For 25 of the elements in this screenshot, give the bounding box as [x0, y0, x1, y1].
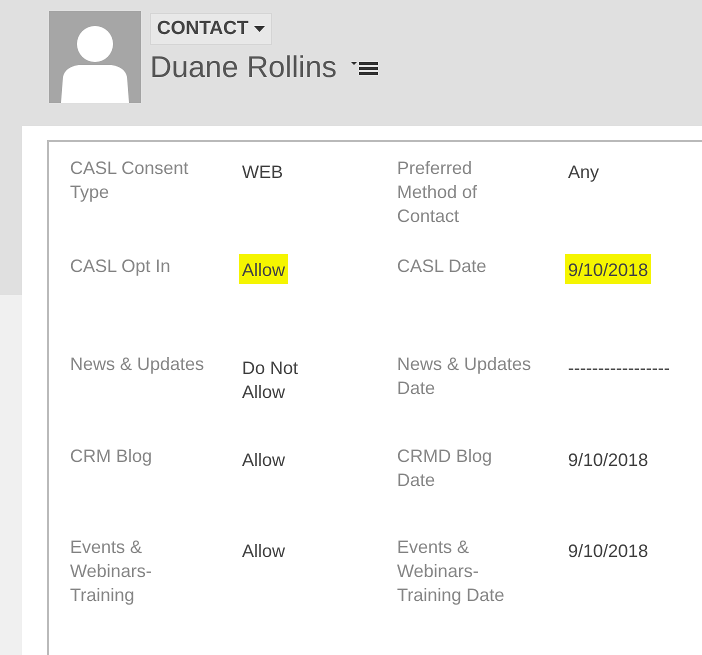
field-value: Allow	[242, 540, 286, 563]
field-value: 9/10/2018	[568, 540, 648, 563]
field-label: CRMD Blog Date	[397, 445, 494, 492]
field-label: News & Updates	[70, 353, 205, 376]
avatar-icon	[49, 11, 141, 103]
field-label: Events & Webinars-Training Date	[397, 536, 506, 607]
field-value: WEB	[242, 161, 284, 184]
entity-selector[interactable]: CONTACT	[150, 13, 272, 45]
field-value: Allow	[242, 449, 286, 472]
field-label: CRM Blog	[70, 445, 154, 468]
field-label: CASL Consent Type	[70, 157, 190, 204]
record-name: Duane Rollins	[150, 51, 337, 85]
field-value: Allow	[239, 254, 288, 284]
field-label: Preferred Method of Contact	[397, 157, 478, 228]
field-label: Events & Webinars-Training	[70, 536, 153, 607]
caret-icon	[254, 26, 266, 32]
field-label: News & Updates Date	[397, 353, 532, 400]
field-value: 9/10/2018	[568, 449, 648, 472]
field-label: CASL Date	[397, 255, 488, 278]
field-value: Do Not Allow	[242, 357, 300, 404]
field-value: 9/10/2018	[565, 254, 652, 284]
menu-icon[interactable]	[350, 60, 379, 76]
field-value: Any	[568, 161, 600, 184]
field-label: CASL Opt In	[70, 255, 172, 278]
field-value: -----------------	[568, 357, 670, 380]
